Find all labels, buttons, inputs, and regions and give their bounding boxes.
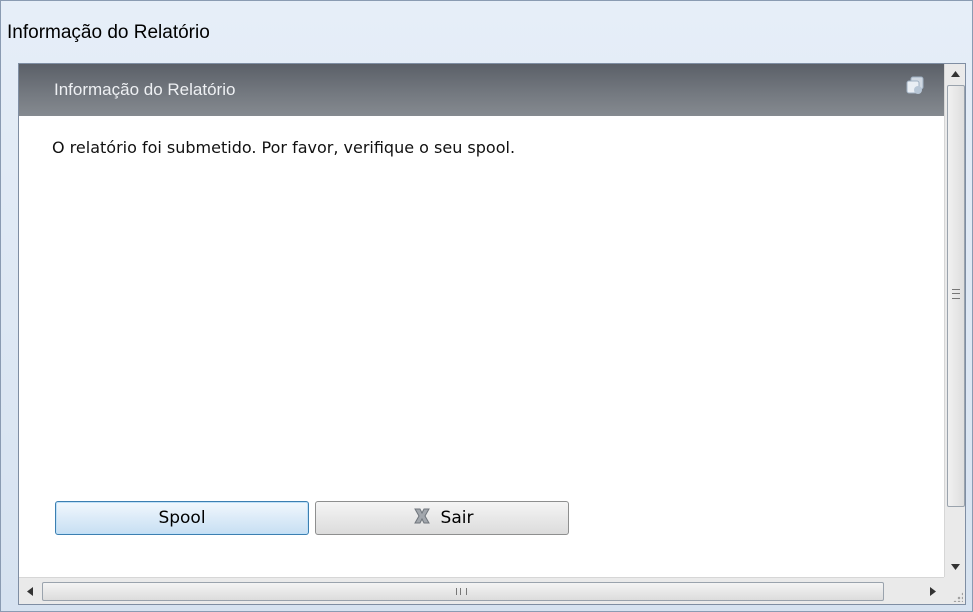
exit-button[interactable]: Sair — [315, 501, 569, 535]
grip-icon — [456, 588, 467, 595]
close-x-icon — [411, 506, 433, 531]
window-title: Informação do Relatório — [7, 22, 210, 43]
horizontal-scrollbar[interactable] — [19, 577, 944, 604]
status-message: O relatório foi submetido. Por favor, ve… — [52, 138, 516, 157]
horizontal-scroll-thumb[interactable] — [42, 582, 884, 601]
panel-header: Informação do Relatório — [19, 64, 944, 116]
spool-button-label: Spool — [158, 508, 206, 528]
resize-grip-icon[interactable] — [953, 592, 963, 602]
dialog-client-area: Informação do Relatório O relatório foi … — [18, 63, 966, 605]
scroll-right-arrow-icon[interactable] — [922, 578, 944, 604]
scroll-down-arrow-icon[interactable] — [945, 557, 965, 577]
grip-icon — [952, 289, 960, 299]
vertical-scrollbar[interactable] — [944, 64, 965, 577]
scroll-left-arrow-icon[interactable] — [19, 578, 41, 604]
scrollbar-corner — [944, 577, 965, 604]
report-info-window: Informação do Relatório Informação do Re… — [0, 0, 973, 612]
spool-button[interactable]: Spool — [55, 501, 309, 535]
panel-title: Informação do Relatório — [54, 80, 236, 99]
exit-button-label: Sair — [440, 508, 474, 528]
scroll-up-arrow-icon[interactable] — [945, 64, 965, 84]
window-restore-icon[interactable] — [904, 75, 926, 97]
vertical-scroll-thumb[interactable] — [947, 85, 965, 507]
